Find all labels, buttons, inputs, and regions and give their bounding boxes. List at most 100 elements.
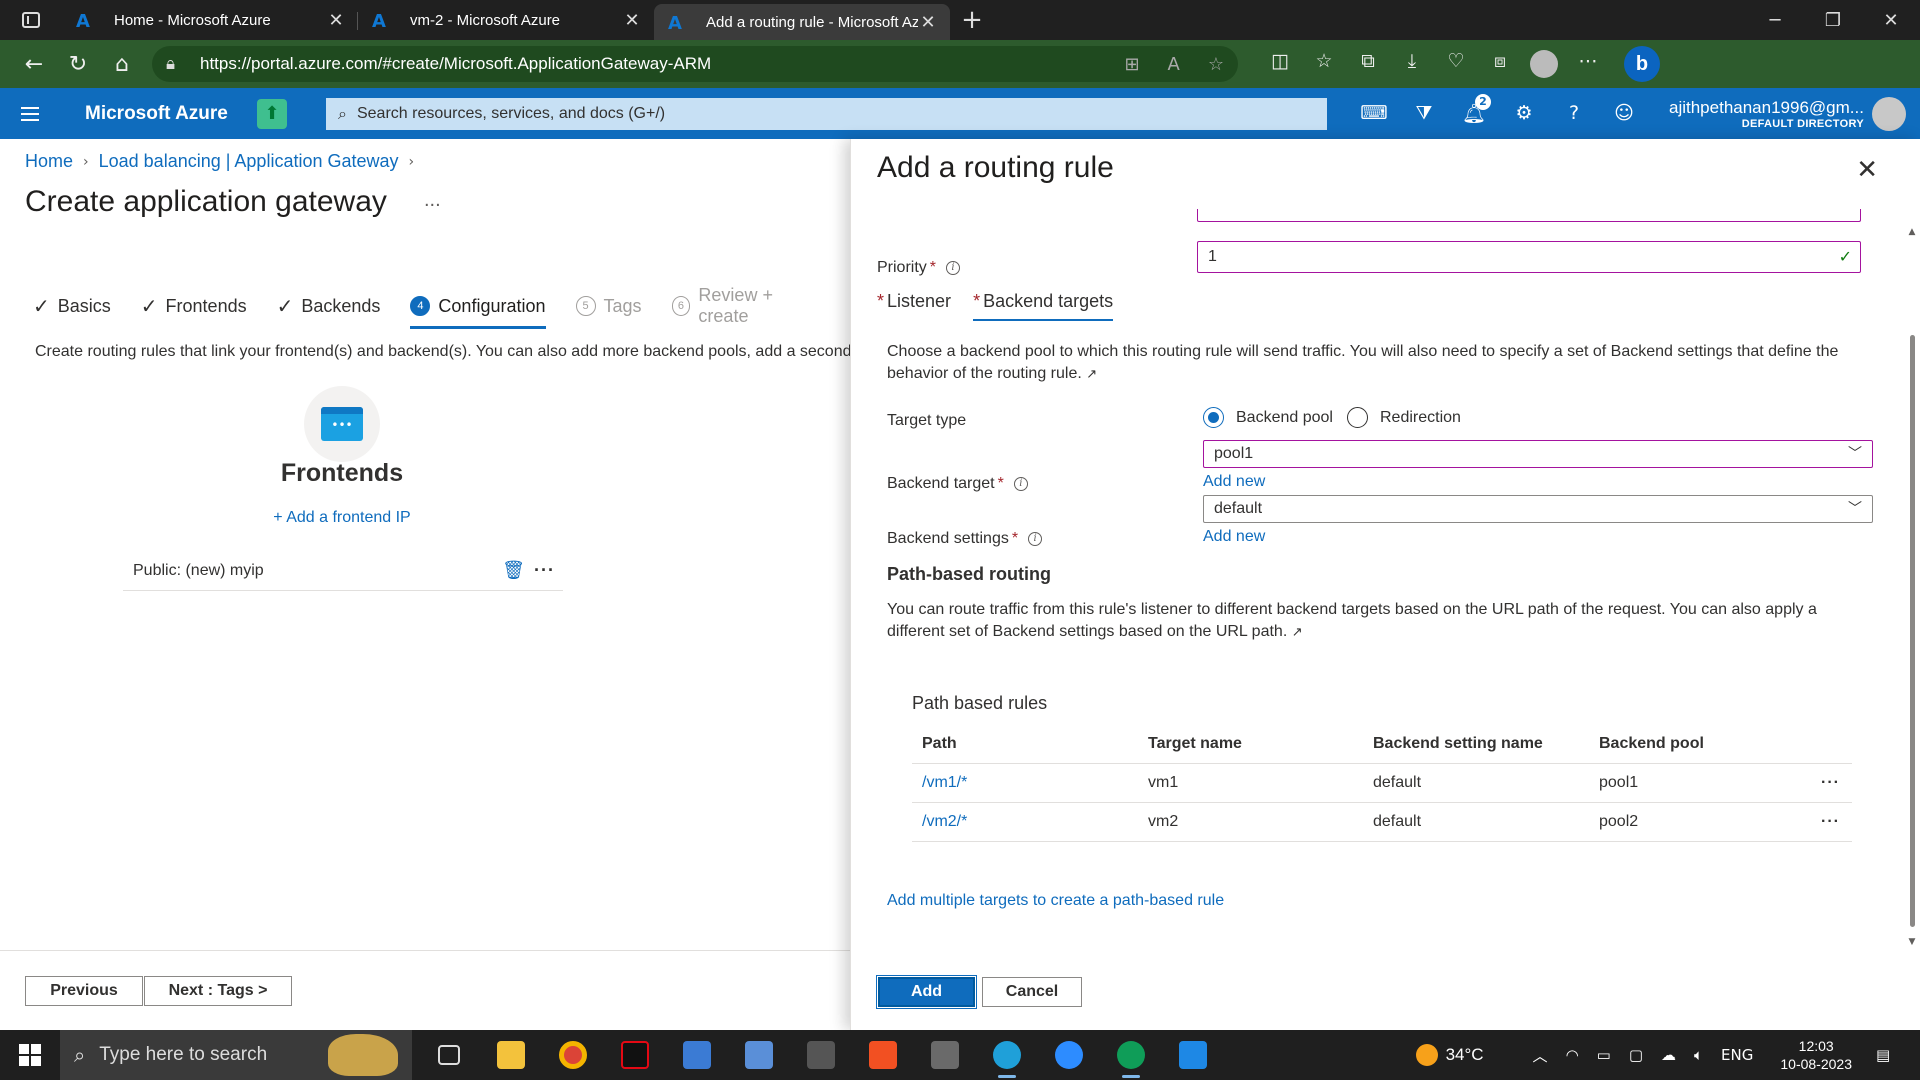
browser-tab-routing-rule[interactable]: A Add a routing rule - Microsoft Azure ✕: [654, 4, 950, 40]
next-tags-button[interactable]: Next : Tags >: [144, 976, 292, 1006]
photos-icon[interactable]: [1162, 1030, 1224, 1080]
account-avatar[interactable]: [1871, 96, 1906, 131]
remote-desktop-icon[interactable]: [728, 1030, 790, 1080]
add-new-backend-target-link[interactable]: Add new: [1203, 473, 1265, 491]
more-options-icon[interactable]: ···: [534, 560, 555, 581]
account-menu[interactable]: ajithpethanan1996@gm... DEFAULT DIRECTOR…: [1669, 98, 1864, 130]
add-frontend-ip-link[interactable]: + Add a frontend IP: [200, 509, 484, 527]
external-link-icon[interactable]: ↗: [1086, 367, 1097, 382]
directory-filter-icon[interactable]: ⧩: [1399, 102, 1449, 125]
chrome-profile-icon[interactable]: [1100, 1030, 1162, 1080]
favorites-icon[interactable]: ☆: [1302, 50, 1346, 78]
frontend-list-item[interactable]: Public: (new) myip 🗑︎ ···: [123, 551, 563, 591]
step-basics[interactable]: ✓ Basics: [33, 289, 111, 323]
radio-backend-pool[interactable]: Backend pool: [1203, 407, 1333, 428]
collections-icon[interactable]: ⧉: [1346, 50, 1390, 78]
backend-settings-select[interactable]: default ﹀: [1203, 495, 1873, 523]
breadcrumb-home[interactable]: Home: [25, 151, 73, 173]
close-window-icon[interactable]: ✕: [1862, 10, 1920, 31]
help-icon[interactable]: ?: [1549, 102, 1599, 125]
previous-button[interactable]: Previous: [25, 976, 143, 1006]
tab-actions-icon[interactable]: [0, 0, 62, 40]
profile-avatar[interactable]: [1530, 50, 1558, 78]
onedrive-icon[interactable]: ☁: [1661, 1046, 1676, 1064]
page-more-icon[interactable]: ...: [424, 189, 441, 212]
performance-icon[interactable]: ♡: [1434, 50, 1478, 78]
show-hidden-icons[interactable]: ︿: [1533, 1045, 1548, 1066]
settings-gear-icon[interactable]: ⚙: [1499, 102, 1549, 125]
close-tab-icon[interactable]: ✕: [622, 10, 642, 31]
refresh-icon[interactable]: ↻: [56, 40, 100, 88]
printer-app-icon[interactable]: [790, 1030, 852, 1080]
row-more-icon[interactable]: ···: [1792, 802, 1852, 842]
task-view-icon[interactable]: [418, 1030, 480, 1080]
path-link[interactable]: /vm1/*: [912, 763, 1138, 803]
microsoft-store-icon[interactable]: [852, 1030, 914, 1080]
favorite-star-icon[interactable]: ☆: [1208, 54, 1224, 75]
split-screen-icon[interactable]: ◫: [1258, 50, 1302, 78]
breadcrumb-load-balancing[interactable]: Load balancing | Application Gateway: [99, 151, 399, 173]
close-tab-icon[interactable]: ✕: [326, 10, 346, 31]
network-app-icon[interactable]: [666, 1030, 728, 1080]
bing-copilot-icon[interactable]: b: [1624, 46, 1660, 82]
battery-icon[interactable]: ▭: [1597, 1046, 1611, 1064]
priority-input[interactable]: 1 ✓: [1197, 241, 1861, 273]
row-more-icon[interactable]: ···: [1792, 763, 1852, 803]
chrome-icon[interactable]: [542, 1030, 604, 1080]
backend-target-select[interactable]: pool1 ﹀: [1203, 440, 1873, 468]
add-button[interactable]: Add: [876, 975, 977, 1009]
restore-icon[interactable]: ❐: [1804, 10, 1862, 31]
url-field[interactable]: 🔒︎ https://portal.azure.com/#create/Micr…: [152, 46, 1238, 82]
panel-scrollbar[interactable]: ▲ ▼: [1906, 227, 1918, 947]
snipping-tool-icon[interactable]: [914, 1030, 976, 1080]
tab-backend-targets[interactable]: * Backend targets: [973, 291, 1114, 321]
extensions-icon[interactable]: ⧈: [1478, 50, 1522, 78]
file-explorer-icon[interactable]: [480, 1030, 542, 1080]
app-available-icon[interactable]: ⊞: [1124, 54, 1139, 75]
minimize-icon[interactable]: ─: [1746, 10, 1804, 31]
notification-center-icon[interactable]: ▤: [1876, 1046, 1900, 1064]
browser-tab-vm2[interactable]: A vm-2 - Microsoft Azure ✕: [358, 0, 654, 40]
rule-name-field[interactable]: [1197, 209, 1861, 222]
scroll-up-icon[interactable]: ▲: [1906, 227, 1918, 237]
info-icon[interactable]: i: [946, 260, 961, 275]
add-new-backend-settings-link[interactable]: Add new: [1203, 528, 1265, 546]
weather-widget[interactable]: 34°C: [1415, 1044, 1484, 1066]
azure-brand[interactable]: Microsoft Azure: [85, 103, 253, 125]
path-link[interactable]: /vm2/*: [912, 802, 1138, 842]
read-aloud-icon[interactable]: A: [1168, 54, 1180, 75]
home-icon[interactable]: ⌂: [100, 40, 144, 88]
step-review-create[interactable]: 6 Review + create: [671, 285, 820, 326]
step-tags[interactable]: 5 Tags: [575, 289, 642, 323]
azure-search-input[interactable]: ⌕ Search resources, services, and docs (…: [326, 97, 1327, 130]
external-link-icon[interactable]: ↗: [1292, 625, 1303, 640]
windows-start-icon[interactable]: [0, 1044, 60, 1066]
close-icon[interactable]: ✕: [1856, 155, 1878, 185]
language-indicator[interactable]: ENG: [1721, 1046, 1753, 1064]
wifi-icon[interactable]: ◠: [1566, 1046, 1579, 1064]
settings-more-icon[interactable]: ⋯: [1566, 50, 1610, 78]
tab-listener[interactable]: * Listener: [877, 291, 951, 321]
notifications-icon[interactable]: 🔔︎ 2: [1449, 94, 1499, 125]
info-icon[interactable]: i: [1013, 476, 1028, 491]
taskbar-search[interactable]: ⌕ Type here to search: [60, 1030, 412, 1080]
downloads-icon[interactable]: ⤓: [1390, 50, 1434, 78]
clock[interactable]: 12:03 10-08-2023: [1780, 1037, 1852, 1073]
add-multiple-targets-link[interactable]: Add multiple targets to create a path-ba…: [887, 892, 1224, 910]
step-frontends[interactable]: ✓ Frontends: [141, 289, 247, 323]
cancel-button[interactable]: Cancel: [982, 977, 1082, 1007]
step-configuration[interactable]: 4 Configuration: [410, 289, 546, 329]
new-tab-icon[interactable]: +: [950, 5, 994, 35]
portal-menu-icon[interactable]: [0, 106, 60, 121]
meet-now-icon[interactable]: ▢: [1629, 1046, 1643, 1064]
upgrade-icon[interactable]: ⬆: [257, 98, 287, 129]
edge-icon[interactable]: [976, 1030, 1038, 1080]
back-icon[interactable]: ←: [12, 40, 56, 88]
close-tab-icon[interactable]: ✕: [918, 12, 938, 33]
netflix-icon[interactable]: [604, 1030, 666, 1080]
delete-icon[interactable]: 🗑︎: [502, 560, 525, 581]
radio-redirection[interactable]: Redirection: [1347, 407, 1461, 428]
info-icon[interactable]: i: [1028, 531, 1043, 546]
step-backends[interactable]: ✓ Backends: [277, 289, 381, 323]
zoom-icon[interactable]: [1038, 1030, 1100, 1080]
